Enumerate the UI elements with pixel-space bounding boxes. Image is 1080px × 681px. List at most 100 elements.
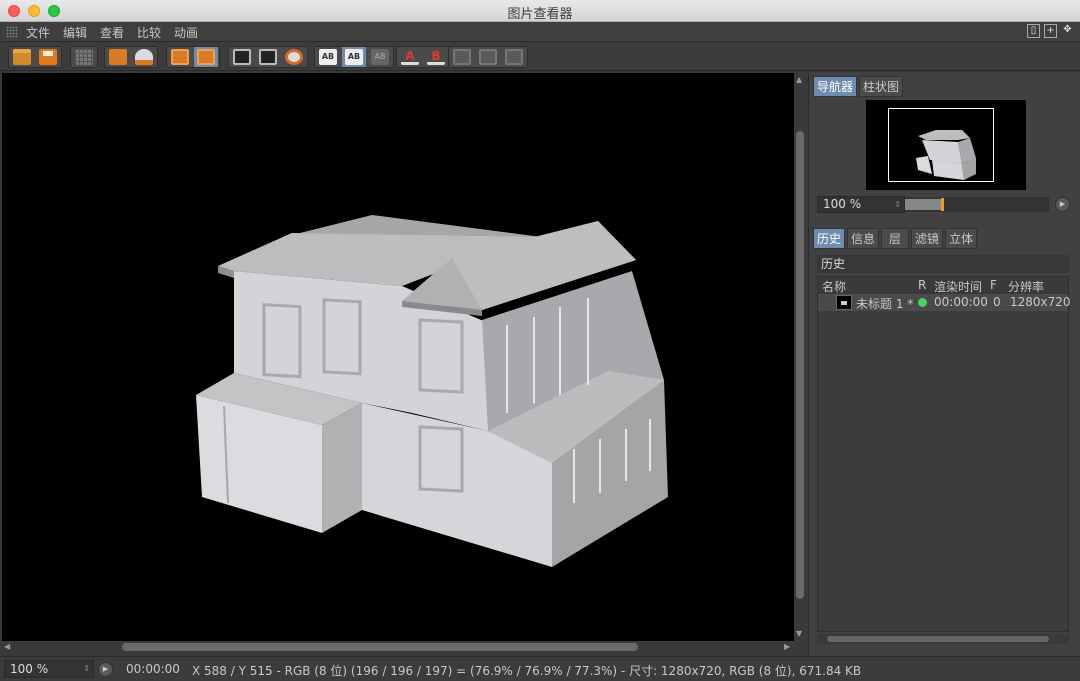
eye-button[interactable]: [282, 47, 306, 67]
history-table-header: 名称 R 渲染时间 F 分辨率: [818, 277, 1068, 295]
render-region-button[interactable]: [106, 47, 130, 67]
horizontal-scroll-thumb[interactable]: [122, 643, 638, 651]
set-b-icon: B: [427, 49, 445, 65]
folder-open-icon: [13, 49, 31, 65]
eye-icon: [285, 49, 303, 65]
vertical-scroll-thumb[interactable]: [796, 131, 804, 599]
ab-compare-icon: AB: [319, 49, 337, 65]
column-resolution[interactable]: 分辨率: [1008, 278, 1044, 295]
multi-layer-button[interactable]: [194, 47, 218, 67]
disabled-tool-3[interactable]: [502, 47, 526, 67]
navigator-zoom-field[interactable]: 100 % ⇕: [817, 196, 905, 213]
disabled-tool-icon: [453, 49, 471, 65]
title-bar: 图片查看器: [0, 0, 1080, 22]
disabled-tool-group: [448, 46, 528, 68]
compare-split-button[interactable]: AB: [342, 47, 366, 67]
disabled-tool-2[interactable]: [476, 47, 500, 67]
column-name[interactable]: 名称: [822, 278, 846, 295]
grip-handle-icon[interactable]: [6, 26, 18, 38]
panel-layout-icon[interactable]: ▯: [1027, 24, 1040, 38]
menu-bar: 文件 编辑 查看 比较 动画 ▯ + ✥: [0, 22, 1080, 42]
set-a-button[interactable]: A: [398, 47, 422, 67]
save-disk-icon: [39, 49, 57, 65]
tab-history[interactable]: 历史: [813, 228, 846, 249]
image-viewport[interactable]: [2, 73, 794, 641]
column-r[interactable]: R: [918, 278, 926, 292]
menu-compare[interactable]: 比较: [137, 24, 161, 41]
menu-edit[interactable]: 编辑: [63, 24, 87, 41]
render-tool-group: [104, 46, 158, 68]
status-bar: 100 % ⇕ ▶ 00:00:00 X 588 / Y 515 - RGB (…: [0, 656, 1080, 681]
scroll-up-icon[interactable]: ▲: [796, 75, 802, 84]
menu-view[interactable]: 查看: [100, 24, 124, 41]
grid-tool-group: [70, 46, 98, 68]
row-render-time: 00:00:00: [934, 295, 988, 309]
row-frame: 0: [993, 295, 1001, 309]
disabled-tool-icon: [505, 49, 523, 65]
scroll-left-icon[interactable]: ◀: [4, 642, 10, 651]
tab-navigator[interactable]: 导航器: [813, 76, 858, 97]
tab-stereo[interactable]: 立体: [945, 228, 978, 249]
history-section-title: 历史: [817, 255, 1069, 273]
history-scroll-thumb[interactable]: [827, 636, 1049, 642]
render-region-icon: [109, 49, 127, 65]
status-zoom-field[interactable]: 100 % ⇕: [4, 660, 94, 678]
panel-tabs: 历史 信息 层 滤镜 立体: [813, 228, 978, 249]
view-image-button[interactable]: [230, 47, 254, 67]
menu-animation[interactable]: 动画: [174, 24, 198, 41]
grid-button[interactable]: [72, 47, 96, 67]
right-panel: 导航器 柱状图 100 % ⇕ ▶ 历史 信息 层 滤镜 立体 历史 名称 R …: [808, 72, 1080, 656]
ab-swap-icon: AB: [371, 49, 389, 65]
viewport-horizontal-scrollbar[interactable]: ◀ ▶: [2, 641, 806, 653]
tab-filters[interactable]: 滤镜: [911, 228, 944, 249]
save-button[interactable]: [36, 47, 60, 67]
navigator-zoom-value: 100 %: [823, 197, 862, 211]
column-f[interactable]: F: [990, 278, 997, 292]
play-icon[interactable]: ▶: [98, 662, 113, 677]
status-time: 00:00:00: [126, 662, 180, 676]
stepper-arrows-icon[interactable]: ⇕: [83, 661, 90, 677]
render-status-dot-icon: [918, 298, 927, 307]
navigator-view-frame[interactable]: [888, 108, 994, 182]
tab-histogram[interactable]: 柱状图: [859, 76, 904, 97]
table-row[interactable]: 未标题 1 * 00:00:00 0 1280x720: [818, 294, 1071, 311]
tab-layers[interactable]: 层: [881, 228, 910, 249]
column-render-time[interactable]: 渲染时间: [934, 278, 982, 295]
toolbar: AB AB AB A B: [0, 43, 1080, 71]
disabled-tool-icon: [479, 49, 497, 65]
viewport-vertical-scrollbar[interactable]: ▲ ▼: [794, 73, 806, 641]
history-horizontal-scrollbar[interactable]: [817, 634, 1069, 644]
scroll-right-icon[interactable]: ▶: [784, 642, 790, 651]
compare-swap-button[interactable]: AB: [368, 47, 392, 67]
render-thumbnail: [836, 295, 852, 310]
image-preview-icon: [259, 49, 277, 65]
row-resolution: 1280x720: [1010, 295, 1071, 309]
set-b-button[interactable]: B: [424, 47, 448, 67]
open-button[interactable]: [10, 47, 34, 67]
move-panel-icon[interactable]: ✥: [1061, 24, 1074, 38]
navigator-zoom-slider[interactable]: [905, 197, 1049, 212]
new-panel-icon[interactable]: +: [1044, 24, 1057, 38]
single-layer-button[interactable]: [168, 47, 192, 67]
status-pixel-info: X 588 / Y 515 - RGB (8 位) (196 / 196 / 1…: [192, 664, 862, 678]
layout-controls: ▯ + ✥: [1027, 24, 1074, 38]
view-preview-button[interactable]: [256, 47, 280, 67]
history-table: 名称 R 渲染时间 F 分辨率 未标题 1 * 00:00:00 0 1280x…: [817, 276, 1071, 632]
navigator-play-icon[interactable]: ▶: [1055, 197, 1070, 212]
scroll-down-icon[interactable]: ▼: [796, 629, 802, 638]
view-tool-group: [228, 46, 308, 68]
stepper-arrows-icon[interactable]: ⇕: [894, 197, 901, 212]
zoom-slider-knob[interactable]: [941, 198, 944, 211]
disabled-tool-1[interactable]: [450, 47, 474, 67]
compare-ab-button[interactable]: AB: [316, 47, 340, 67]
status-zoom-value: 100 %: [10, 662, 49, 676]
ab-split-icon: AB: [345, 49, 363, 65]
window-title: 图片查看器: [507, 7, 573, 22]
render-user-button[interactable]: [132, 47, 156, 67]
navigator-preview[interactable]: [866, 100, 1026, 190]
menu-file[interactable]: 文件: [26, 24, 50, 41]
user-render-icon: [135, 49, 153, 65]
tab-info[interactable]: 信息: [847, 228, 880, 249]
row-name: 未标题 1 *: [856, 297, 914, 311]
compare-tool-group: AB AB AB: [314, 46, 394, 68]
